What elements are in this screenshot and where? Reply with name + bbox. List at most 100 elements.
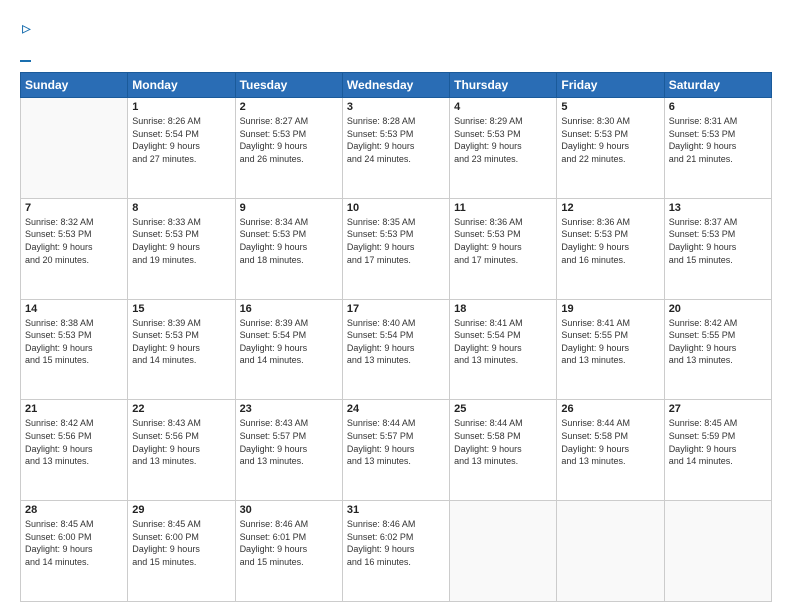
day-number: 6 [669,101,767,113]
logo: ▹ [20,18,31,62]
day-info: Sunrise: 8:40 AMSunset: 5:54 PMDaylight:… [347,317,445,367]
day-info: Sunrise: 8:26 AMSunset: 5:54 PMDaylight:… [132,115,230,165]
week-row-2: 7 Sunrise: 8:32 AMSunset: 5:53 PMDaylight… [21,198,772,299]
day-number: 1 [132,101,230,113]
calendar-cell: 18 Sunrise: 8:41 AMSunset: 5:54 PMDayligh… [450,299,557,400]
day-number: 11 [454,202,552,214]
header: ▹ [20,18,772,62]
day-info: Sunrise: 8:39 AMSunset: 5:53 PMDaylight:… [132,317,230,367]
calendar-cell: 16Sunrise: 8:39 AMSunset: 5:54 PMDayligh… [235,299,342,400]
calendar-cell: 7 Sunrise: 8:32 AMSunset: 5:53 PMDaylight… [21,198,128,299]
day-info: Sunrise: 8:42 AMSunset: 5:55 PMDaylight:… [669,317,767,367]
calendar-cell [21,98,128,199]
calendar-cell: 28Sunrise: 8:45 AMSunset: 6:00 PMDayligh… [21,501,128,602]
day-info: Sunrise: 8:34 AMSunset: 5:53 PMDaylight:… [240,216,338,266]
day-number: 20 [669,303,767,315]
calendar-cell: 20 Sunrise: 8:42 AMSunset: 5:55 PMDayligh… [664,299,771,400]
day-info: Sunrise: 8:46 AMSunset: 6:01 PMDaylight:… [240,518,338,568]
day-number: 25 [454,403,552,415]
day-info: Sunrise: 8:36 AMSunset: 5:53 PMDaylight:… [454,216,552,266]
weekday-header-monday: Monday [128,73,235,98]
day-number: 19 [561,303,659,315]
calendar-cell: 6 Sunrise: 8:31 AMSunset: 5:53 PMDaylight… [664,98,771,199]
day-info: Sunrise: 8:46 AMSunset: 6:02 PMDaylight:… [347,518,445,568]
day-number: 14 [25,303,123,315]
calendar-cell: 17 Sunrise: 8:40 AMSunset: 5:54 PMDayligh… [342,299,449,400]
calendar-cell: 15 Sunrise: 8:39 AMSunset: 5:53 PMDayligh… [128,299,235,400]
day-info: Sunrise: 8:29 AMSunset: 5:53 PMDaylight:… [454,115,552,165]
logo-bird-icon: ▹ [22,18,31,39]
day-number: 9 [240,202,338,214]
weekday-header-row: SundayMondayTuesdayWednesdayThursdayFrid… [21,73,772,98]
calendar-cell: 22Sunrise: 8:43 AMSunset: 5:56 PMDayligh… [128,400,235,501]
calendar-cell: 3 Sunrise: 8:28 AMSunset: 5:53 PMDaylight… [342,98,449,199]
page: ▹ SundayMondayTuesdayWednesdayThursdayFr… [0,0,792,612]
calendar-cell [664,501,771,602]
calendar-cell [450,501,557,602]
day-info: Sunrise: 8:43 AMSunset: 5:56 PMDaylight:… [132,417,230,467]
calendar-cell: 12Sunrise: 8:36 AMSunset: 5:53 PMDayligh… [557,198,664,299]
calendar-cell: 5Sunrise: 8:30 AMSunset: 5:53 PMDaylight… [557,98,664,199]
weekday-header-sunday: Sunday [21,73,128,98]
week-row-5: 28Sunrise: 8:45 AMSunset: 6:00 PMDayligh… [21,501,772,602]
calendar-cell: 1 Sunrise: 8:26 AMSunset: 5:54 PMDaylight… [128,98,235,199]
weekday-header-tuesday: Tuesday [235,73,342,98]
day-info: Sunrise: 8:27 AMSunset: 5:53 PMDaylight:… [240,115,338,165]
week-row-3: 14 Sunrise: 8:38 AMSunset: 5:53 PMDayligh… [21,299,772,400]
day-number: 7 [25,202,123,214]
calendar-cell: 13 Sunrise: 8:37 AMSunset: 5:53 PMDayligh… [664,198,771,299]
day-info: Sunrise: 8:45 AMSunset: 6:00 PMDaylight:… [25,518,123,568]
calendar-cell: 9 Sunrise: 8:34 AMSunset: 5:53 PMDaylight… [235,198,342,299]
calendar-cell: 30 Sunrise: 8:46 AMSunset: 6:01 PMDayligh… [235,501,342,602]
calendar-cell: 26 Sunrise: 8:44 AMSunset: 5:58 PMDayligh… [557,400,664,501]
calendar-cell: 31Sunrise: 8:46 AMSunset: 6:02 PMDayligh… [342,501,449,602]
day-info: Sunrise: 8:41 AMSunset: 5:55 PMDaylight:… [561,317,659,367]
calendar-cell: 8Sunrise: 8:33 AMSunset: 5:53 PMDaylight… [128,198,235,299]
day-number: 24 [347,403,445,415]
day-number: 29 [132,504,230,516]
calendar-cell: 25 Sunrise: 8:44 AMSunset: 5:58 PMDayligh… [450,400,557,501]
calendar-cell [557,501,664,602]
day-info: Sunrise: 8:45 AMSunset: 6:00 PMDaylight:… [132,518,230,568]
day-info: Sunrise: 8:44 AMSunset: 5:58 PMDaylight:… [454,417,552,467]
day-info: Sunrise: 8:28 AMSunset: 5:53 PMDaylight:… [347,115,445,165]
day-info: Sunrise: 8:41 AMSunset: 5:54 PMDaylight:… [454,317,552,367]
day-info: Sunrise: 8:45 AMSunset: 5:59 PMDaylight:… [669,417,767,467]
calendar-cell: 2 Sunrise: 8:27 AMSunset: 5:53 PMDaylight… [235,98,342,199]
day-number: 21 [25,403,123,415]
day-number: 8 [132,202,230,214]
day-number: 30 [240,504,338,516]
day-number: 3 [347,101,445,113]
calendar-cell: 21 Sunrise: 8:42 AMSunset: 5:56 PMDayligh… [21,400,128,501]
calendar-cell: 10Sunrise: 8:35 AMSunset: 5:53 PMDayligh… [342,198,449,299]
day-number: 16 [240,303,338,315]
day-number: 2 [240,101,338,113]
day-info: Sunrise: 8:38 AMSunset: 5:53 PMDaylight:… [25,317,123,367]
week-row-4: 21 Sunrise: 8:42 AMSunset: 5:56 PMDayligh… [21,400,772,501]
day-info: Sunrise: 8:42 AMSunset: 5:56 PMDaylight:… [25,417,123,467]
day-number: 17 [347,303,445,315]
day-info: Sunrise: 8:37 AMSunset: 5:53 PMDaylight:… [669,216,767,266]
day-number: 18 [454,303,552,315]
calendar-table: SundayMondayTuesdayWednesdayThursdayFrid… [20,72,772,602]
calendar-cell: 24Sunrise: 8:44 AMSunset: 5:57 PMDayligh… [342,400,449,501]
weekday-header-saturday: Saturday [664,73,771,98]
day-number: 5 [561,101,659,113]
day-info: Sunrise: 8:36 AMSunset: 5:53 PMDaylight:… [561,216,659,266]
calendar-cell: 14 Sunrise: 8:38 AMSunset: 5:53 PMDayligh… [21,299,128,400]
calendar-cell: 27 Sunrise: 8:45 AMSunset: 5:59 PMDayligh… [664,400,771,501]
day-number: 10 [347,202,445,214]
day-number: 27 [669,403,767,415]
calendar-cell: 19 Sunrise: 8:41 AMSunset: 5:55 PMDayligh… [557,299,664,400]
day-info: Sunrise: 8:31 AMSunset: 5:53 PMDaylight:… [669,115,767,165]
day-number: 15 [132,303,230,315]
day-info: Sunrise: 8:44 AMSunset: 5:58 PMDaylight:… [561,417,659,467]
calendar-cell: 4Sunrise: 8:29 AMSunset: 5:53 PMDaylight… [450,98,557,199]
calendar-cell: 23Sunrise: 8:43 AMSunset: 5:57 PMDayligh… [235,400,342,501]
day-number: 13 [669,202,767,214]
day-number: 26 [561,403,659,415]
day-info: Sunrise: 8:32 AMSunset: 5:53 PMDaylight:… [25,216,123,266]
calendar-cell: 29 Sunrise: 8:45 AMSunset: 6:00 PMDayligh… [128,501,235,602]
weekday-header-thursday: Thursday [450,73,557,98]
day-number: 23 [240,403,338,415]
